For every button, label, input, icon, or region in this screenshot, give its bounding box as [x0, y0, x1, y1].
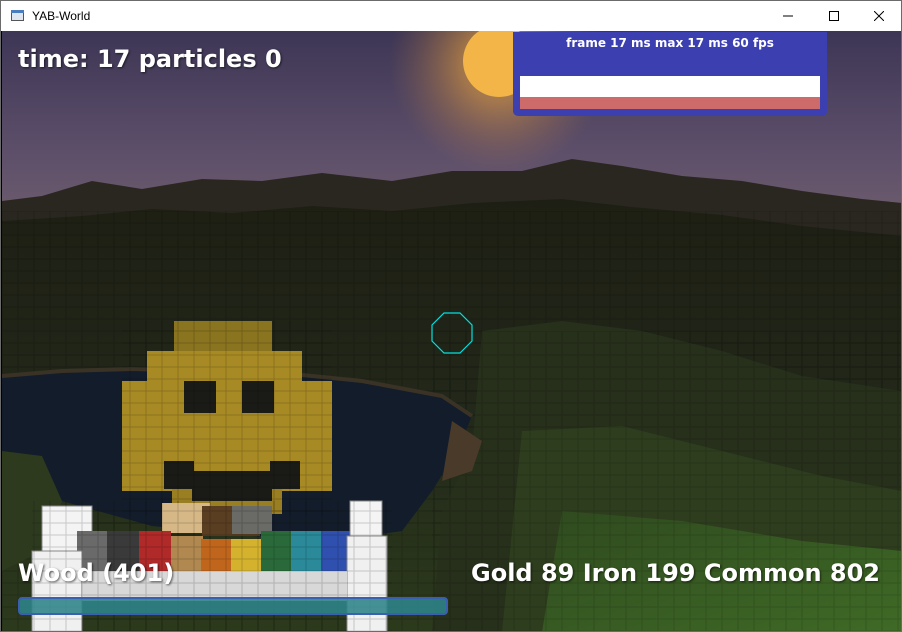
- minimize-icon: [783, 15, 793, 17]
- maximize-button[interactable]: [811, 1, 857, 31]
- octagon-crosshair-icon: [431, 312, 473, 354]
- frame-time-graph: [520, 76, 820, 109]
- frame-time-bar: [520, 97, 820, 109]
- window-title: YAB-World: [32, 9, 91, 23]
- game-window: YAB-World time: 17 particles 0 frame 17 …: [0, 0, 902, 632]
- game-viewport[interactable]: time: 17 particles 0 frame 17 ms max 17 …: [2, 31, 901, 631]
- inventory-progress-bar: [18, 597, 448, 615]
- performance-overlay: frame 17 ms max 17 ms 60 fps: [513, 32, 827, 116]
- title-bar[interactable]: YAB-World: [1, 1, 901, 31]
- minimize-button[interactable]: [765, 1, 811, 31]
- maximize-icon: [829, 11, 839, 21]
- close-button[interactable]: [856, 1, 901, 31]
- selected-block-label: Wood (401): [18, 559, 175, 587]
- smiley-block-sculpture: [122, 321, 332, 516]
- progress-fill: [20, 599, 446, 613]
- app-window-icon: [10, 8, 26, 24]
- resource-counts: Gold 89 Iron 199 Common 802: [471, 559, 880, 587]
- frame-stats: frame 17 ms max 17 ms 60 fps: [566, 36, 774, 50]
- time-readout: time: 17 particles 0: [18, 45, 282, 73]
- close-icon: [874, 11, 884, 21]
